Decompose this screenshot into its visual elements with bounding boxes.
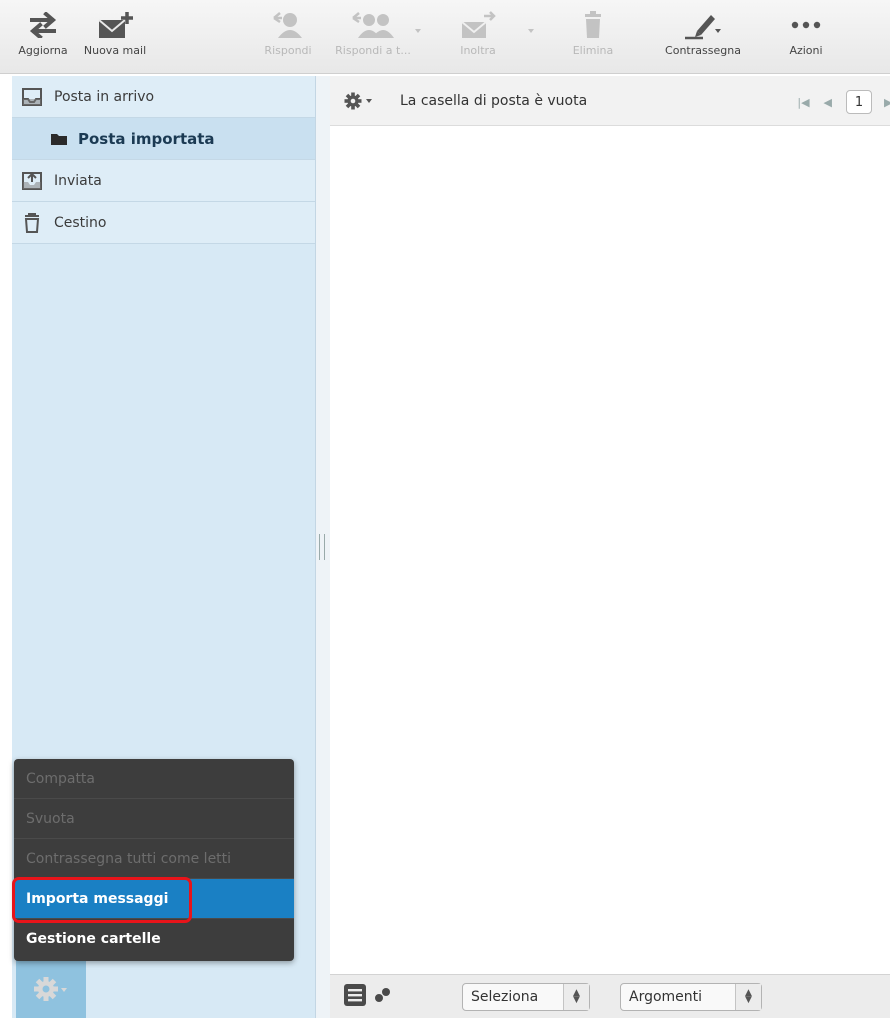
reply-all-dropdown-icon[interactable] (413, 26, 423, 36)
new-mail-label: Nuova mail (83, 44, 147, 57)
folder-icon (48, 127, 70, 151)
folder-actions-menu: Compatta Svuota Contrassegna tutti come … (14, 759, 294, 961)
thread-view-icon (375, 988, 390, 1002)
message-list-panel: La casella di posta è vuota |◀ ◀ 1 ▶ Sel… (330, 76, 890, 1018)
forward-icon (454, 6, 502, 44)
panel-splitter[interactable] (316, 76, 330, 1018)
toolbar: Aggiorna Nuova mail Rispondi Rispondi a … (0, 0, 890, 74)
pagination: |◀ ◀ 1 ▶ (797, 90, 890, 114)
list-footer: Seleziona ▲ ▼ Argomenti ▲ ▼ (330, 974, 890, 1018)
folder-label: Inviata (54, 172, 102, 189)
sent-icon (18, 169, 46, 193)
folder-inbox[interactable]: Posta in arrivo (12, 76, 315, 118)
delete-button[interactable]: Elimina (568, 6, 618, 68)
mark-button[interactable]: Contrassegna (650, 6, 756, 68)
prev-page-icon[interactable]: ◀ (824, 96, 832, 109)
list-status-text: La casella di posta è vuota (400, 92, 588, 109)
pen-icon (679, 6, 727, 44)
threads-dropdown[interactable]: Argomenti ▲ ▼ (620, 983, 762, 1011)
select-dropdown[interactable]: Seleziona ▲ ▼ (462, 983, 590, 1011)
reply-all-button[interactable]: Rispondi a t... (335, 6, 411, 68)
new-mail-button[interactable]: Nuova mail (80, 6, 150, 68)
delete-label: Elimina (572, 44, 614, 57)
list-header: La casella di posta è vuota |◀ ◀ 1 ▶ (330, 76, 890, 126)
reply-all-label: Rispondi a t... (335, 44, 411, 57)
actions-label: Azioni (789, 44, 823, 57)
first-page-icon[interactable]: |◀ (797, 96, 809, 109)
actions-button[interactable]: Azioni (780, 6, 832, 68)
folder-trash[interactable]: Cestino (12, 202, 315, 244)
list-view-button[interactable] (344, 984, 366, 1010)
reply-label: Rispondi (264, 44, 312, 57)
updown-icon: ▲ ▼ (735, 984, 761, 1010)
select-dropdown-label: Seleziona (471, 989, 539, 1005)
page-number-input[interactable]: 1 (846, 90, 872, 114)
thread-view-button[interactable] (374, 987, 392, 1007)
folder-label: Posta in arrivo (54, 88, 155, 105)
more-icon (782, 6, 830, 44)
forward-dropdown-icon[interactable] (526, 26, 536, 36)
splitter-grip-icon[interactable] (319, 534, 325, 560)
new-mail-icon (91, 6, 139, 44)
reply-all-icon (349, 6, 397, 44)
menu-item-mark-all-read[interactable]: Contrassegna tutti come letti (14, 839, 294, 879)
forward-label: Inoltra (460, 44, 496, 57)
reply-button[interactable]: Rispondi (258, 6, 318, 68)
menu-item-manage-folders[interactable]: Gestione cartelle (14, 919, 294, 959)
folder-label: Cestino (54, 214, 107, 231)
gear-icon (34, 977, 67, 1001)
folder-settings-button[interactable] (16, 960, 86, 1018)
folder-label: Posta importata (78, 129, 215, 148)
refresh-button[interactable]: Aggiorna (14, 6, 72, 68)
mark-label: Contrassegna (665, 44, 741, 57)
reply-icon (264, 6, 312, 44)
updown-icon: ▲ ▼ (563, 984, 589, 1010)
folder-imported[interactable]: Posta importata (12, 118, 315, 160)
menu-item-empty[interactable]: Svuota (14, 799, 294, 839)
gear-icon (344, 92, 372, 109)
threads-dropdown-label: Argomenti (629, 989, 703, 1005)
trash-icon (18, 211, 46, 235)
refresh-icon (19, 6, 67, 44)
list-view-icon (344, 984, 366, 1006)
menu-item-compact[interactable]: Compatta (14, 759, 294, 799)
refresh-label: Aggiorna (18, 44, 68, 57)
list-options-button[interactable] (344, 91, 378, 111)
trash-icon (569, 6, 617, 44)
next-page-icon[interactable]: ▶ (884, 96, 890, 109)
folder-sent[interactable]: Inviata (12, 160, 315, 202)
inbox-icon (18, 85, 46, 109)
menu-item-import-messages[interactable]: Importa messaggi (14, 879, 294, 919)
forward-button[interactable]: Inoltra (452, 6, 504, 68)
